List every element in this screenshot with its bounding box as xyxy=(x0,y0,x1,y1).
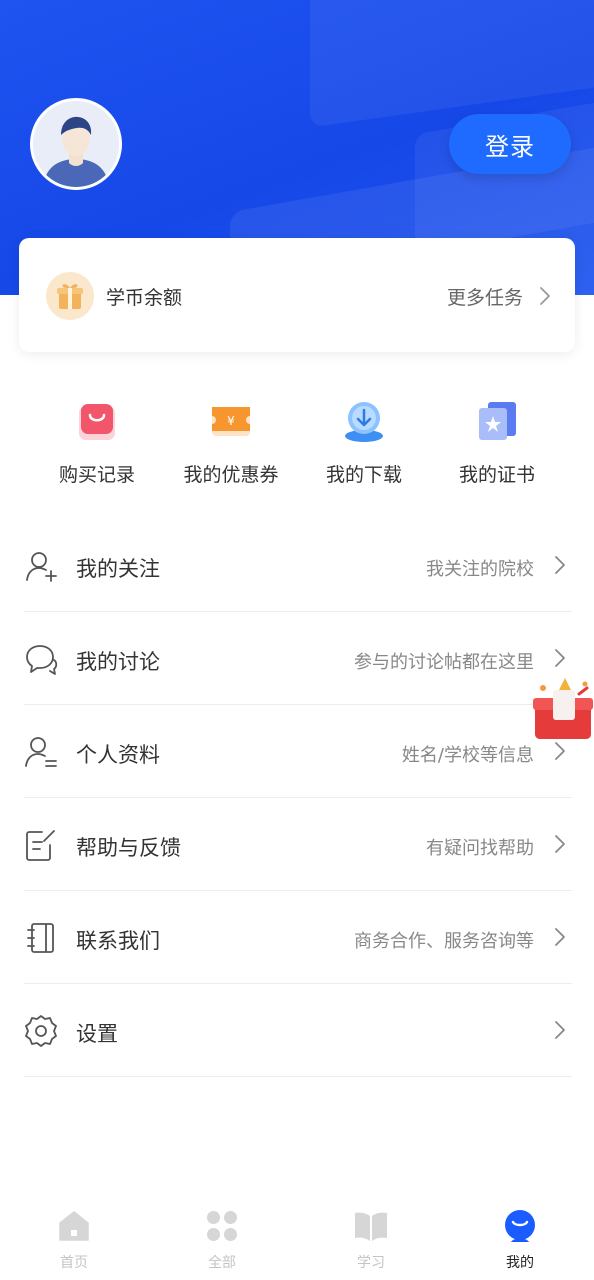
edit-note-icon xyxy=(26,830,55,861)
more-tasks-link[interactable]: 更多任务 xyxy=(447,283,523,310)
cloud-download-icon xyxy=(345,402,383,442)
book-icon xyxy=(355,1212,387,1241)
menu-hint: 有疑问找帮助 xyxy=(426,838,534,859)
menu-label: 帮助与反馈 xyxy=(76,836,181,860)
header-decoration xyxy=(310,0,594,128)
shopping-bag-icon xyxy=(79,404,115,440)
gear-icon xyxy=(25,1015,57,1047)
coin-balance-card[interactable]: 学币余额 更多任务 xyxy=(19,238,575,352)
menu-personal-info[interactable]: 个人资料 姓名/学校等信息 xyxy=(24,705,572,798)
avatar[interactable] xyxy=(30,98,122,190)
menu-label: 个人资料 xyxy=(76,743,160,767)
menu-label: 我的关注 xyxy=(76,557,160,581)
tab-label: 学习 xyxy=(357,1255,385,1271)
menu-label: 我的讨论 xyxy=(76,650,160,674)
default-avatar-icon xyxy=(33,101,119,187)
quick-label: 我的优惠券 xyxy=(183,464,279,486)
quick-purchase-records[interactable]: 购买记录 xyxy=(27,398,167,487)
menu-my-discussions[interactable]: 我的讨论 参与的讨论帖都在这里 xyxy=(24,612,572,705)
certificate-icon xyxy=(479,402,516,440)
floating-gift-icon[interactable] xyxy=(531,676,594,740)
chevron-right-icon xyxy=(555,556,565,574)
tab-home[interactable]: 首页 xyxy=(24,1208,124,1272)
menu-help-feedback[interactable]: 帮助与反馈 有疑问找帮助 xyxy=(24,798,572,891)
quick-actions: 购买记录 ¥ 我的优惠券 我的下载 我的证书 xyxy=(0,398,594,498)
quick-my-certificates[interactable]: 我的证书 xyxy=(427,398,567,487)
svg-text:¥: ¥ xyxy=(227,414,235,428)
tab-label: 首页 xyxy=(60,1255,88,1271)
contacts-book-icon xyxy=(27,923,54,953)
menu-hint: 参与的讨论帖都在这里 xyxy=(354,652,534,673)
menu-hint: 商务合作、服务咨询等 xyxy=(354,931,534,952)
menu-hint: 我关注的院校 xyxy=(426,559,534,580)
quick-label: 我的证书 xyxy=(458,464,535,486)
login-button[interactable]: 登录 xyxy=(449,114,571,174)
tab-label: 我的 xyxy=(506,1255,534,1271)
coin-balance-label: 学币余额 xyxy=(106,287,183,309)
settings-menu: 我的关注 我关注的院校 我的讨论 参与的讨论帖都在这里 个人资料 姓名/学校等信… xyxy=(24,519,572,1077)
chevron-right-icon xyxy=(555,928,565,946)
chevron-right-icon xyxy=(540,287,550,305)
user-profile-icon xyxy=(25,737,57,767)
grid-icon xyxy=(207,1211,237,1241)
quick-my-coupons[interactable]: ¥ 我的优惠券 xyxy=(161,398,301,487)
quick-label: 我的下载 xyxy=(325,464,402,486)
menu-label: 联系我们 xyxy=(76,929,160,953)
chevron-right-icon xyxy=(555,835,565,853)
tab-label: 全部 xyxy=(208,1255,236,1271)
user-add-icon xyxy=(26,552,57,582)
chevron-right-icon xyxy=(555,1021,565,1039)
quick-my-downloads[interactable]: 我的下载 xyxy=(294,398,434,487)
menu-my-follows[interactable]: 我的关注 我关注的院校 xyxy=(24,519,572,612)
coupon-icon: ¥ xyxy=(212,407,250,436)
menu-settings[interactable]: 设置 xyxy=(24,984,572,1077)
profile-icon xyxy=(505,1210,535,1242)
menu-contact-us[interactable]: 联系我们 商务合作、服务咨询等 xyxy=(24,891,572,984)
tab-study[interactable]: 学习 xyxy=(321,1208,421,1272)
bottom-tab-bar: 首页 全部 学习 我的 xyxy=(0,1200,594,1280)
menu-hint: 姓名/学校等信息 xyxy=(401,745,534,766)
quick-label: 购买记录 xyxy=(58,464,135,486)
chat-icon xyxy=(26,645,58,675)
menu-label: 设置 xyxy=(76,1022,118,1046)
home-icon xyxy=(59,1211,89,1241)
gift-icon xyxy=(46,272,94,320)
tab-all[interactable]: 全部 xyxy=(172,1208,272,1272)
chevron-right-icon xyxy=(555,742,565,760)
tab-mine[interactable]: 我的 xyxy=(470,1208,570,1272)
chevron-right-icon xyxy=(555,649,565,667)
